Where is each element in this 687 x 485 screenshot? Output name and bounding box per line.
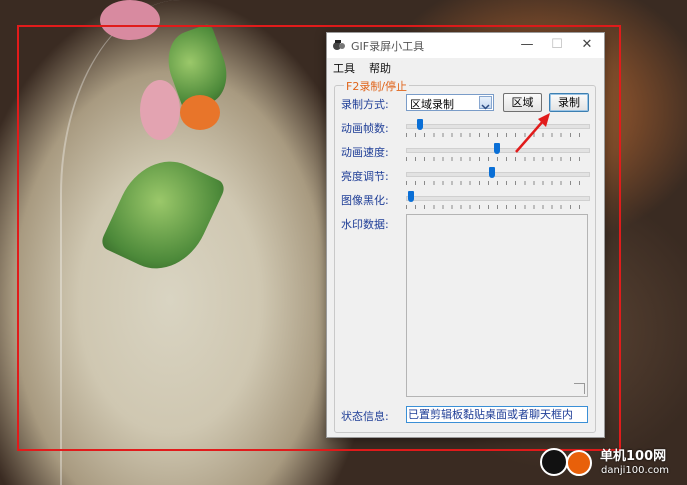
record-mode-label: 录制方式: [341, 98, 389, 111]
menu-tools[interactable]: 工具 [333, 60, 355, 76]
maximize-button[interactable]: ☐ [542, 33, 572, 58]
brightness-label: 亮度调节: [341, 170, 389, 183]
frames-slider[interactable] [406, 118, 590, 138]
menu-help[interactable]: 帮助 [369, 60, 391, 76]
menu-bar: 工具 帮助 [327, 58, 604, 76]
group-title: F2录制/停止 [344, 78, 410, 94]
resize-grip-icon[interactable] [574, 383, 585, 394]
watermark-label: 水印数据: [341, 218, 389, 231]
slider-ticks [406, 181, 588, 185]
watermark-logo-icon [566, 450, 592, 476]
watermark-site-name: 单机100网 [600, 449, 667, 464]
brightness-slider[interactable] [406, 166, 590, 186]
slider-thumb[interactable] [489, 167, 495, 178]
slider-thumb[interactable] [417, 119, 423, 130]
watermark-logo-icon [540, 448, 568, 476]
slider-thumb[interactable] [408, 191, 414, 202]
chevron-down-icon[interactable] [479, 96, 492, 110]
frames-label: 动画帧数: [341, 122, 389, 135]
darken-slider[interactable] [406, 190, 590, 210]
record-mode-select[interactable]: 区域录制 [406, 94, 494, 111]
slider-track [406, 172, 590, 177]
slider-track [406, 124, 590, 129]
watermark-textarea[interactable] [406, 214, 588, 397]
slider-track [406, 196, 590, 201]
status-field: 已置剪辑板黏贴桌面或者聊天框内 [406, 406, 588, 423]
title-bar[interactable]: GIF录屏小工具 — ☐ ✕ [327, 33, 604, 58]
app-window: GIF录屏小工具 — ☐ ✕ 工具 帮助 F2录制/停止 录制方式: 区域录制 … [326, 32, 605, 438]
app-icon [333, 40, 345, 50]
slider-ticks [406, 205, 588, 209]
annotation-arrow-icon [515, 113, 550, 153]
slider-thumb[interactable] [494, 143, 500, 154]
speed-slider[interactable] [406, 142, 590, 162]
slider-ticks [406, 157, 588, 161]
darken-label: 图像黑化: [341, 194, 389, 207]
record-mode-value: 区域录制 [410, 98, 454, 111]
status-label: 状态信息: [341, 410, 389, 423]
watermark-site-url: danji100.com [601, 465, 669, 476]
window-title: GIF录屏小工具 [351, 40, 425, 53]
slider-ticks [406, 133, 588, 137]
speed-label: 动画速度: [341, 146, 389, 159]
close-button[interactable]: ✕ [572, 33, 602, 58]
minimize-button[interactable]: — [512, 33, 542, 58]
